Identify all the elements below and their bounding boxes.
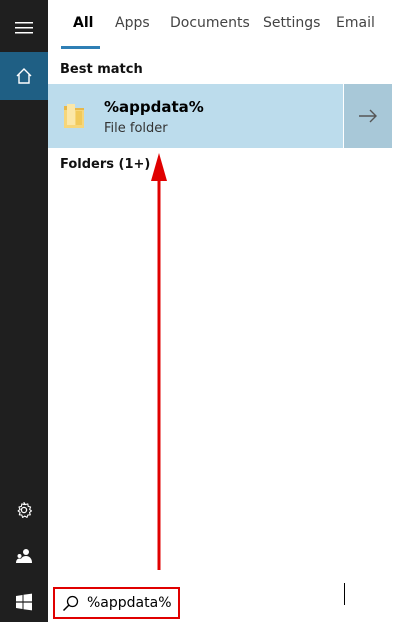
gear-icon	[17, 501, 33, 518]
start-rail	[0, 0, 48, 622]
best-match-title: %appdata%	[104, 98, 204, 116]
active-tab-indicator	[61, 46, 100, 49]
open-details-button[interactable]	[344, 84, 392, 148]
best-match-result[interactable]: %appdata% File folder	[48, 84, 392, 148]
home-icon	[16, 68, 32, 84]
tab-email[interactable]: Email	[336, 15, 375, 31]
panel-edge-line	[344, 583, 345, 605]
best-match-heading: Best match	[60, 62, 143, 77]
hamburger-menu-button[interactable]	[0, 4, 48, 52]
home-button[interactable]	[0, 52, 48, 100]
search-scope-tabs: All Apps Documents Settings Email	[48, 0, 393, 50]
settings-button[interactable]	[0, 486, 48, 534]
person-icon	[16, 549, 32, 563]
tab-apps[interactable]: Apps	[115, 15, 150, 31]
people-button[interactable]	[0, 532, 48, 580]
windows-start-button[interactable]	[0, 578, 48, 626]
search-icon	[62, 595, 79, 612]
best-match-type: File folder	[104, 121, 168, 136]
tab-all[interactable]: All	[73, 15, 93, 31]
tab-settings[interactable]: Settings	[263, 15, 320, 31]
windows-logo-icon	[16, 593, 32, 611]
folder-icon	[64, 104, 84, 128]
search-results-panel: All Apps Documents Settings Email Best m…	[48, 0, 393, 580]
folders-heading[interactable]: Folders (1+)	[60, 157, 150, 172]
search-input[interactable]	[87, 592, 177, 614]
hamburger-icon	[15, 22, 33, 34]
taskbar-search-bar	[48, 582, 393, 622]
arrow-right-icon	[359, 109, 377, 123]
tab-documents[interactable]: Documents	[170, 15, 250, 31]
search-box[interactable]	[53, 587, 180, 619]
